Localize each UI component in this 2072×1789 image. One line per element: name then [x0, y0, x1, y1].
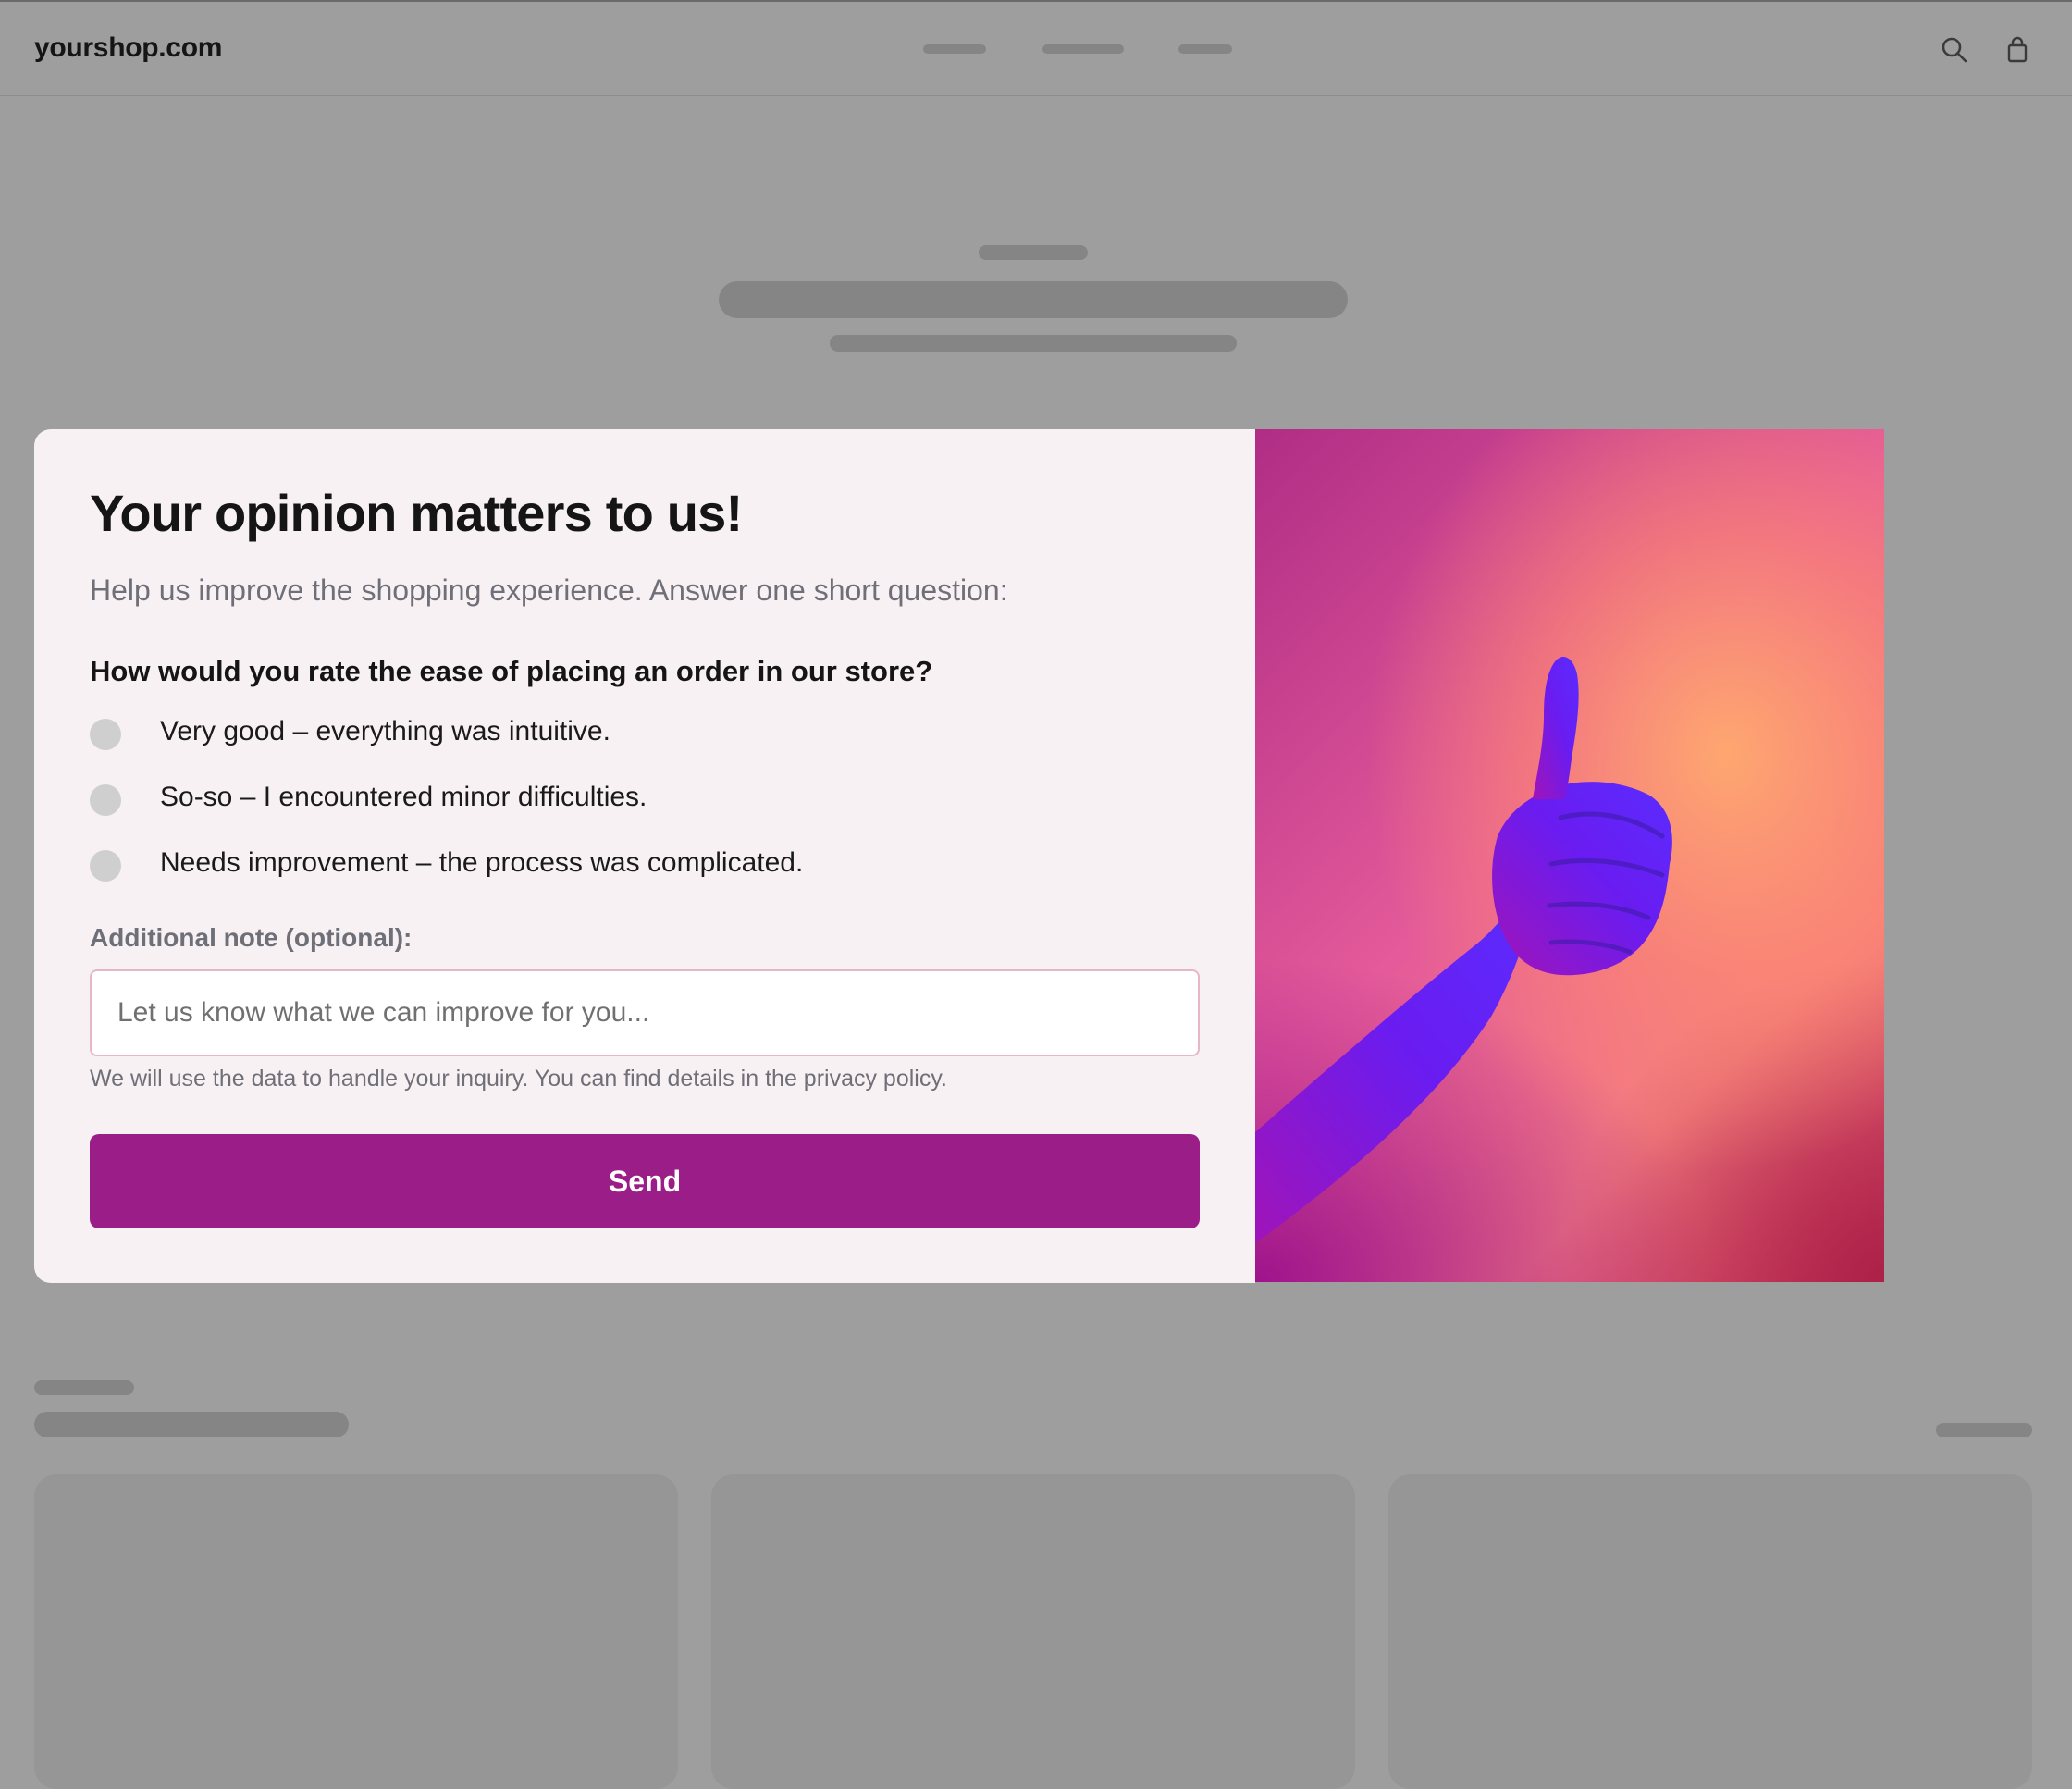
send-button[interactable]: Send [90, 1134, 1200, 1228]
section-eyebrow-placeholder [34, 1380, 134, 1395]
hero-eyebrow-placeholder [979, 245, 1088, 260]
nav-link-placeholder-2 [1042, 44, 1124, 54]
shopping-bag-icon[interactable] [2003, 35, 2032, 65]
modal-subtitle: Help us improve the shopping experience.… [90, 574, 1008, 607]
survey-modal: Your opinion matters to us! Help us impr… [34, 429, 1255, 1283]
product-card-placeholder-1 [34, 1474, 678, 1789]
site-logo[interactable]: yourshop.com [34, 32, 222, 64]
product-card-placeholder-3 [1388, 1474, 2032, 1789]
survey-question: How would you rate the ease of placing a… [90, 655, 933, 687]
note-label: Additional note (optional): [90, 923, 413, 952]
search-icon[interactable] [1940, 35, 1969, 65]
nav-link-placeholder-1 [923, 44, 986, 54]
radio-button[interactable] [90, 719, 121, 750]
section-title-placeholder [34, 1412, 349, 1437]
option-label: So-so – I encountered minor difficulties… [160, 782, 648, 812]
nav-link-placeholder-3 [1178, 44, 1232, 54]
radio-button[interactable] [90, 784, 121, 816]
product-card-placeholder-2 [711, 1474, 1355, 1789]
option-needs-improvement[interactable]: Needs improvement – the process was comp… [90, 844, 1181, 888]
modal-title: Your opinion matters to us! [90, 484, 743, 542]
note-input[interactable] [90, 969, 1200, 1056]
radio-button[interactable] [90, 850, 121, 882]
section-link-placeholder [1936, 1423, 2032, 1437]
option-label: Very good – everything was intuitive. [160, 716, 610, 746]
option-label: Needs improvement – the process was comp… [160, 847, 804, 878]
hero-title-placeholder [719, 281, 1348, 318]
site-header: yourshop.com [0, 2, 2072, 96]
privacy-notice: We will use the data to handle your inqu… [90, 1066, 947, 1092]
option-very-good[interactable]: Very good – everything was intuitive. [90, 712, 1181, 757]
option-so-so[interactable]: So-so – I encountered minor difficulties… [90, 778, 1181, 822]
thumbs-up-photo [1255, 429, 1884, 1282]
hero-subtitle-placeholder [830, 335, 1237, 352]
thumbs-up-hand-icon [1255, 656, 1672, 1243]
